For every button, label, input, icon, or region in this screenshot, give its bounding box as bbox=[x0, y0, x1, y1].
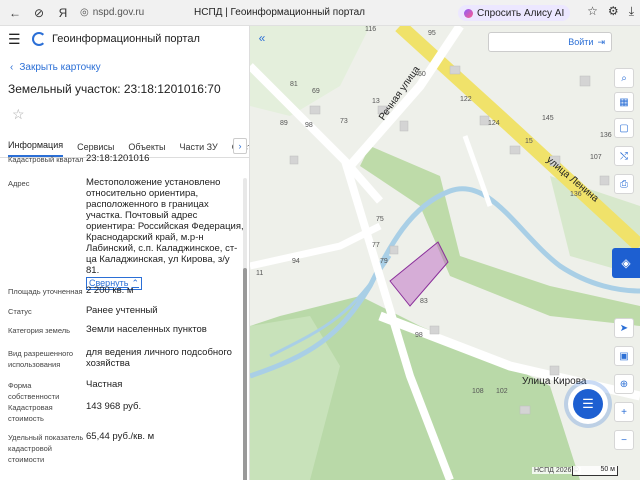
house-number: 60 bbox=[418, 71, 426, 78]
map-view[interactable]: « Войти ⇥ Речная улица улица Ленина Улиц… bbox=[250, 26, 640, 480]
url-text: nspd.gov.ru bbox=[92, 7, 145, 18]
house-number: 136 bbox=[600, 132, 612, 139]
house-number: 107 bbox=[590, 154, 602, 161]
search-tool-icon[interactable]: ⌕ bbox=[614, 68, 634, 88]
house-number: 94 bbox=[292, 258, 300, 265]
house-number: 95 bbox=[428, 30, 436, 37]
back-icon[interactable]: ← bbox=[6, 4, 24, 22]
shield-icon[interactable]: ⊘ bbox=[30, 4, 48, 22]
measure-tool-icon[interactable]: ▦ bbox=[614, 92, 634, 112]
bookmark-tool-icon[interactable]: ▢ bbox=[614, 118, 634, 138]
house-number: 98 bbox=[305, 122, 313, 129]
house-number: 79 bbox=[380, 258, 388, 265]
house-number: 83 bbox=[420, 298, 428, 305]
logo-icon bbox=[32, 32, 46, 46]
chat-icon: ☰ bbox=[573, 389, 603, 419]
tab-title: НСПД | Геоинформационный портал bbox=[194, 7, 365, 18]
map-scale: 50 м bbox=[572, 466, 618, 476]
house-number: 145 bbox=[542, 115, 554, 122]
app-header: ☰ Геоинформационный портал bbox=[0, 26, 249, 52]
house-number: 102 bbox=[496, 388, 508, 395]
browser-actions: ☆ ⚙ ⤓ bbox=[587, 4, 634, 19]
scroll-thumb[interactable] bbox=[243, 268, 247, 480]
house-number: 108 bbox=[472, 388, 484, 395]
house-number: 122 bbox=[460, 96, 472, 103]
app-title: Геоинформационный портал bbox=[52, 33, 200, 45]
layers-icon[interactable]: ◈ bbox=[612, 248, 640, 278]
parcel-title: Земельный участок: 23:18:1201016:70 bbox=[8, 82, 221, 96]
yandex-icon[interactable]: Я bbox=[54, 4, 72, 22]
zoom-in-icon[interactable]: + bbox=[614, 402, 634, 422]
house-number: 89 bbox=[280, 120, 288, 127]
house-number: 69 bbox=[312, 88, 320, 95]
house-number: 136 bbox=[570, 191, 582, 198]
bookmark-icon[interactable]: ☆ bbox=[587, 4, 598, 19]
house-number: 13 bbox=[372, 98, 380, 105]
house-number: 77 bbox=[372, 242, 380, 249]
house-number: 15 bbox=[525, 138, 533, 145]
ask-alice-button[interactable]: Спросить Алису AI bbox=[458, 5, 571, 21]
panel-scrollbar[interactable] bbox=[243, 178, 247, 480]
zoom-out-icon[interactable]: − bbox=[614, 430, 634, 450]
browser-toolbar: ← ⊘ Я ◎ nspd.gov.ru НСПД | Геоинформацио… bbox=[0, 0, 640, 26]
info-card-panel: ☰ Геоинформационный портал ‹ Закрыть кар… bbox=[0, 26, 250, 480]
house-number: 11 bbox=[256, 270, 264, 277]
address-bar[interactable]: ◎ nspd.gov.ru bbox=[80, 7, 144, 18]
alice-icon bbox=[464, 8, 473, 18]
house-number: 81 bbox=[290, 81, 298, 88]
print-tool-icon[interactable]: ⎙ bbox=[614, 174, 634, 194]
collapse-panel-icon[interactable]: « bbox=[254, 30, 270, 46]
minimap-icon[interactable]: ▣ bbox=[614, 346, 634, 366]
menu-icon[interactable]: ☰ bbox=[8, 31, 24, 48]
address-value: Местоположение установлено относительно … bbox=[86, 177, 244, 276]
login-button[interactable]: Войти ⇥ bbox=[488, 32, 612, 52]
geolocation-icon[interactable]: ➤ bbox=[614, 318, 634, 338]
street-label-kirova: Улица Кирова bbox=[522, 376, 587, 387]
tabs-scroll-right-icon[interactable]: › bbox=[233, 138, 247, 154]
extension-icon[interactable]: ⚙ bbox=[608, 4, 619, 19]
house-number: 124 bbox=[488, 120, 500, 127]
house-number: 73 bbox=[340, 118, 348, 125]
house-number: 75 bbox=[376, 216, 384, 223]
close-card-link[interactable]: ‹ Закрыть карточку bbox=[10, 60, 249, 74]
chat-button[interactable]: ☰ bbox=[568, 384, 608, 424]
favorite-star-icon[interactable]: ☆ bbox=[12, 106, 249, 124]
house-number: 98 bbox=[415, 332, 423, 339]
share-tool-icon[interactable]: ⤭ bbox=[614, 146, 634, 166]
site-info-icon: ◎ bbox=[80, 7, 89, 18]
chevron-left-icon: ‹ bbox=[10, 61, 14, 73]
coordinates-icon[interactable]: ⊕ bbox=[614, 374, 634, 394]
house-number: 116 bbox=[365, 26, 377, 33]
download-icon[interactable]: ⤓ bbox=[629, 4, 634, 19]
login-arrow-icon: ⇥ bbox=[597, 36, 605, 47]
